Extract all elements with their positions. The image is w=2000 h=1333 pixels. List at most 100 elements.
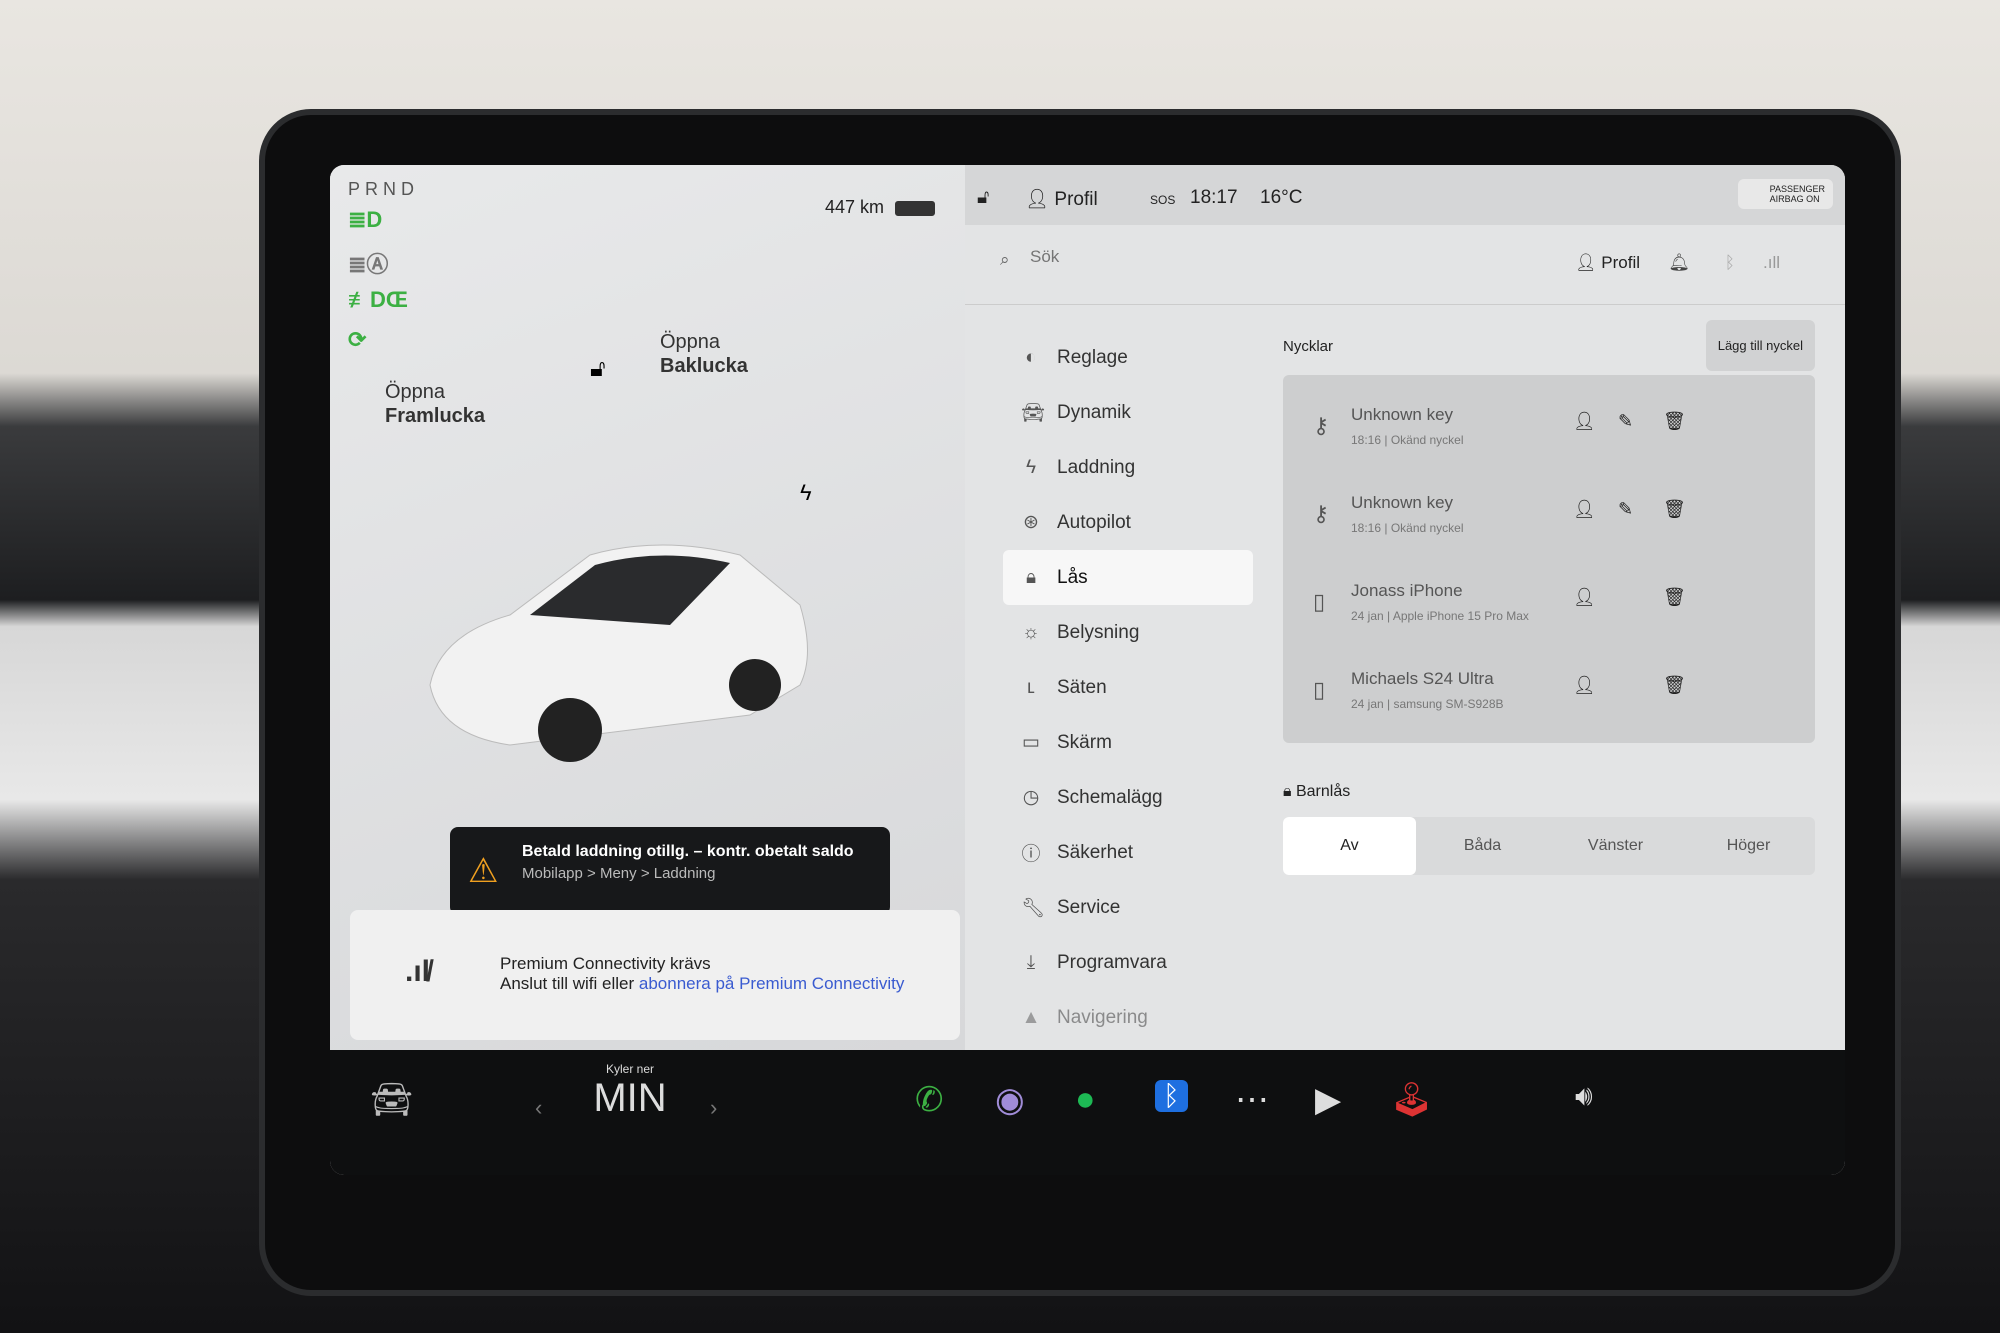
key-item: ▯ Michaels S24 Ultra 24 jan | samsung SM-S…: [1283, 647, 1815, 735]
menu-item-label: Lås: [1057, 566, 1088, 588]
no-signal-icon: .ıl̸: [405, 955, 431, 988]
car-icon: 🚘︎: [1021, 402, 1046, 424]
more-apps-icon[interactable]: ⋯: [1235, 1080, 1269, 1120]
subscribe-link[interactable]: abonnera på Premium Connectivity: [639, 974, 905, 993]
key-detail: 24 jan | Apple iPhone 15 Pro Max: [1351, 609, 1529, 623]
search-input[interactable]: [1030, 247, 1330, 267]
spotify-icon[interactable]: ●: [1075, 1080, 1096, 1119]
open-frunk-button[interactable]: Öppna Framlucka: [385, 380, 485, 428]
menu-item-säkerhet[interactable]: ⓘ Säkerhet: [1003, 825, 1253, 880]
phone-icon[interactable]: ✆: [915, 1080, 944, 1120]
key-name: Unknown key: [1351, 405, 1454, 424]
menu-item-navigering[interactable]: ▲ Navigering: [1003, 990, 1253, 1045]
add-key-button[interactable]: Lägg till nyckel: [1705, 320, 1815, 371]
menu-item-autopilot[interactable]: ⊛ Autopilot: [1003, 495, 1253, 550]
assign-profile-icon[interactable]: 👤︎: [1573, 587, 1596, 608]
assign-profile-icon[interactable]: 👤︎: [1573, 675, 1596, 696]
menu-item-service[interactable]: 🔧︎ Service: [1003, 880, 1253, 935]
child-lock-selector: Av Båda Vänster Höger: [1283, 817, 1815, 875]
trunk-label-1: Öppna: [660, 331, 721, 353]
lock-status-icon[interactable]: 🔓︎: [977, 187, 989, 209]
alert-circle-icon: ⓘ: [1021, 844, 1041, 865]
connectivity-card: .ıl̸ Premium Connectivity krävs Anslut t…: [350, 910, 960, 1040]
open-trunk-button[interactable]: Öppna Baklucka: [660, 330, 748, 378]
charge-port-icon: ⟳: [348, 327, 367, 352]
temperature: 16°C: [1260, 187, 1303, 208]
delete-icon[interactable]: 🗑︎: [1663, 675, 1686, 696]
temp-down-button[interactable]: ‹: [535, 1095, 542, 1121]
key-item: ⚷ Unknown key 18:16 | Okänd nyckel 👤︎ ✎ 🗑︎: [1283, 471, 1815, 559]
navigation-icon: ▲: [1021, 1006, 1041, 1028]
unlock-icon[interactable]: 🔓︎: [590, 355, 606, 383]
menu-item-label: Laddning: [1057, 456, 1136, 478]
child-lock-title: 🔒︎ Barnlås: [1283, 783, 1351, 800]
delete-icon[interactable]: 🗑︎: [1663, 499, 1686, 520]
menu-item-label: Navigering: [1057, 1006, 1148, 1028]
child-lock-option-båda[interactable]: Båda: [1416, 817, 1549, 875]
key-item: ▯ Jonass iPhone 24 jan | Apple iPhone 15 P…: [1283, 559, 1815, 647]
climate-value: MIN: [593, 1076, 667, 1120]
child-lock-option-höger[interactable]: Höger: [1682, 817, 1815, 875]
key-icon: ⚷: [1313, 501, 1330, 526]
profile-button-label: Profil: [1601, 253, 1640, 272]
frunk-label-2: Framlucka: [385, 405, 486, 427]
menu-item-label: Service: [1057, 896, 1121, 918]
delete-icon[interactable]: 🗑︎: [1663, 587, 1686, 608]
temp-up-button[interactable]: ›: [710, 1095, 717, 1121]
child-lock-option-av[interactable]: Av: [1283, 817, 1416, 875]
delete-icon[interactable]: 🗑︎: [1663, 411, 1686, 432]
menu-item-schemalägg[interactable]: ◷ Schemalägg: [1003, 770, 1253, 825]
toybox-joystick-icon[interactable]: 🕹︎: [1390, 1080, 1433, 1120]
menu-item-dynamik[interactable]: 🚘︎ Dynamik: [1003, 385, 1253, 440]
menu-item-laddning[interactable]: ϟ Laddning: [1003, 440, 1253, 495]
bluetooth-icon[interactable]: ᛒ: [1725, 253, 1735, 273]
paid-charging-alert[interactable]: ⚠ Betald laddning otillg. – kontr. obeta…: [450, 827, 890, 915]
charge-port-bolt-icon[interactable]: ϟ: [800, 480, 812, 506]
menu-item-reglage[interactable]: ◐ Reglage: [1003, 330, 1253, 385]
menu-item-programvara[interactable]: ⤓ Programvara: [1003, 935, 1253, 990]
menu-item-label: Schemalägg: [1057, 786, 1163, 808]
range-readout: 447 km: [825, 197, 885, 217]
menu-item-label: Dynamik: [1057, 401, 1131, 423]
profile-status[interactable]: 👤︎ Profil: [1025, 187, 1098, 211]
car-icon[interactable]: 🚘︎: [370, 1080, 413, 1120]
bottom-bar: 🚘︎ ‹ Kyler ner MIN › ✆ ◉ ● ᛒ ⋯ ▶ 🕹︎ 🔊︎: [330, 1050, 1845, 1175]
alert-title: Betald laddning otillg. – kontr. obetalt…: [522, 843, 854, 860]
menu-item-label: Programvara: [1057, 951, 1167, 973]
lock-icon: 🔒︎: [1025, 566, 1037, 588]
menu-item-label: Säten: [1057, 676, 1107, 698]
passenger-airbag-indicator: PASSENGER AIRBAG ON: [1737, 179, 1833, 209]
menu-item-label: Säkerhet: [1057, 841, 1134, 863]
climate-control[interactable]: Kyler ner MIN: [570, 1062, 690, 1121]
bluetooth-app-icon[interactable]: ᛒ: [1155, 1080, 1188, 1112]
camera-icon[interactable]: ◉: [995, 1080, 1025, 1120]
seat-icon: ʟ: [1027, 676, 1035, 698]
key-detail: 18:16 | Okänd nyckel: [1351, 521, 1464, 535]
sos-icon[interactable]: SOS: [1150, 193, 1175, 207]
key-icon: ⚷: [1313, 413, 1330, 438]
key-list: ⚷ Unknown key 18:16 | Okänd nyckel 👤︎ ✎ 🗑︎ ⚷ Un…: [1283, 375, 1815, 743]
menu-item-label: Skärm: [1057, 731, 1112, 753]
notification-bell-icon[interactable]: 🔔︎: [1668, 253, 1690, 273]
assign-profile-icon[interactable]: 👤︎: [1573, 411, 1596, 432]
volume-icon[interactable]: 🔊︎: [1575, 1080, 1593, 1113]
edit-icon[interactable]: ✎: [1618, 411, 1633, 432]
steering-wheel-icon: ⊛: [1023, 512, 1039, 533]
phone-key-icon: ▯: [1313, 589, 1326, 614]
child-lock-label: Barnlås: [1295, 783, 1351, 800]
menu-item-belysning[interactable]: ☼ Belysning: [1003, 605, 1253, 660]
key-item: ⚷ Unknown key 18:16 | Okänd nyckel 👤︎ ✎ 🗑︎: [1283, 383, 1815, 471]
assign-profile-icon[interactable]: 👤︎: [1573, 499, 1596, 520]
menu-item-säten[interactable]: ʟ Säten: [1003, 660, 1253, 715]
menu-item-lås[interactable]: 🔒︎ Lås: [1003, 550, 1253, 605]
airbag-line-1: PASSENGER: [1769, 184, 1825, 194]
wrench-icon: 🔧︎: [1021, 897, 1046, 919]
connectivity-title: Premium Connectivity krävs: [500, 954, 711, 973]
edit-icon[interactable]: ✎: [1618, 499, 1633, 520]
menu-item-skärm[interactable]: ▭ Skärm: [1003, 715, 1253, 770]
profile-button[interactable]: 👤︎ Profil: [1575, 253, 1640, 273]
media-player-icon[interactable]: ▶: [1315, 1080, 1341, 1120]
alert-subtitle: Mobilapp > Meny > Laddning: [522, 865, 716, 882]
child-lock-option-vänster[interactable]: Vänster: [1549, 817, 1682, 875]
menu-item-label: Belysning: [1057, 621, 1140, 643]
